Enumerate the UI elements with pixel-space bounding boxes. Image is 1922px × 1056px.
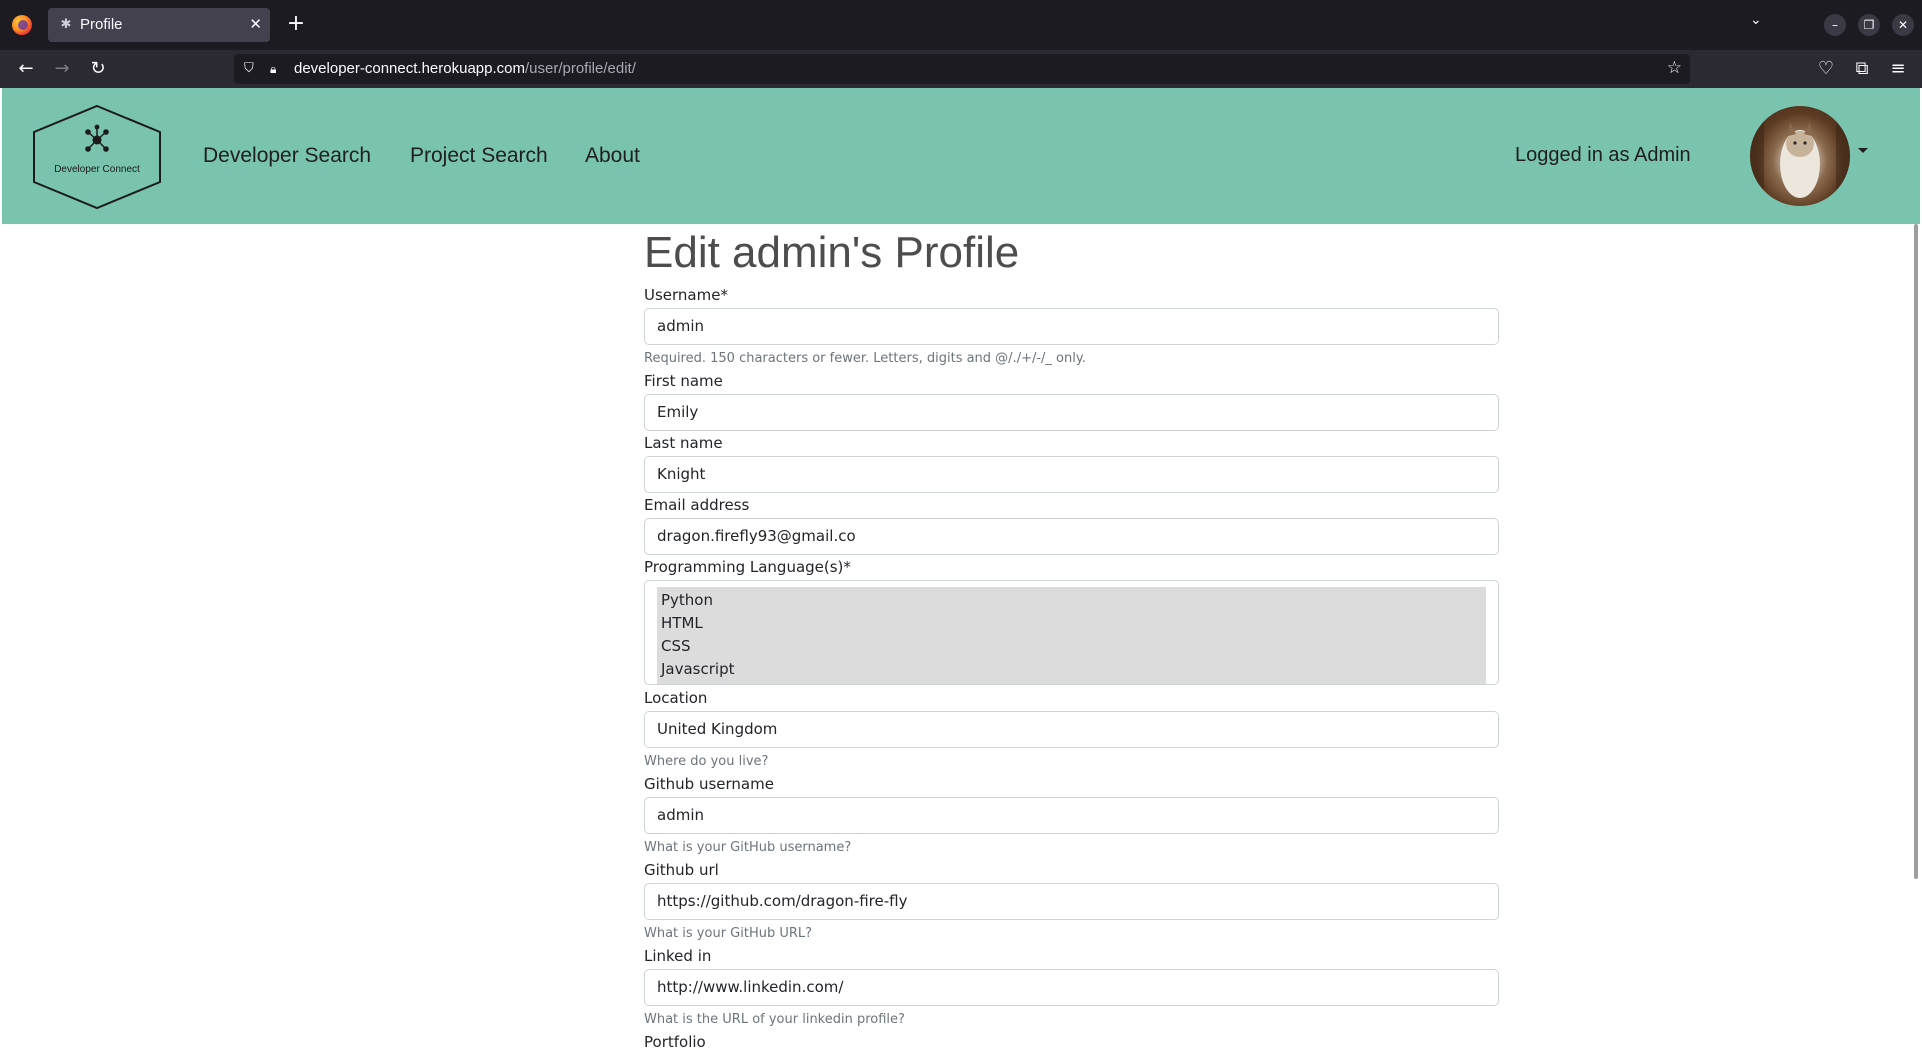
language-option-javascript[interactable]: Javascript	[661, 660, 734, 678]
avatar[interactable]	[1750, 106, 1850, 206]
pocket-icon[interactable]: ♡	[1812, 55, 1840, 83]
logged-in-status: Logged in as Admin	[1515, 144, 1691, 166]
extensions-icon[interactable]: ⧉	[1848, 55, 1876, 83]
language-option-css[interactable]: CSS	[661, 637, 691, 655]
github-username-label: Github username	[644, 775, 774, 793]
linkedin-help: What is the URL of your linkedin profile…	[644, 1012, 905, 1027]
nav-about[interactable]: About	[585, 144, 640, 168]
first-name-input[interactable]: Emily	[644, 394, 1499, 431]
username-label: Username*	[644, 286, 728, 304]
github-username-input[interactable]: admin	[644, 797, 1499, 834]
tab-title: Profile	[80, 16, 123, 33]
firefox-icon[interactable]	[12, 15, 32, 35]
cat-photo-icon	[1750, 106, 1850, 206]
url-text[interactable]: developer-connect.herokuapp.com/user/pro…	[294, 60, 636, 77]
email-input[interactable]: dragon.firefly93@gmail.co	[644, 518, 1499, 555]
language-option-python[interactable]: Python	[661, 591, 713, 609]
nav-developer-search[interactable]: Developer Search	[203, 144, 371, 168]
back-arrow-icon[interactable]: ←	[12, 55, 40, 83]
languages-selected-area: Python HTML CSS Javascript	[657, 587, 1486, 684]
brand-name: Developer Connect	[54, 164, 140, 175]
url-path: /user/profile/edit/	[524, 60, 636, 77]
hexagon-logo-icon	[33, 104, 161, 210]
location-help: Where do you live?	[644, 754, 769, 769]
browser-tab-bar: ✱ Profile ✕ + ⌄ – ❐ ✕	[0, 0, 1922, 50]
address-bar[interactable]: ⛉ 🔒︎ developer-connect.herokuapp.com/use…	[234, 54, 1690, 84]
list-all-tabs-chevron-icon[interactable]: ⌄	[1750, 12, 1762, 28]
linkedin-label: Linked in	[644, 947, 712, 965]
page-title: Edit admin's Profile	[644, 228, 1020, 277]
close-window-icon[interactable]: ✕	[1892, 14, 1914, 36]
languages-multiselect[interactable]: Python HTML CSS Javascript	[644, 580, 1499, 685]
browser-tab[interactable]: ✱ Profile ✕	[48, 8, 270, 42]
language-option-html[interactable]: HTML	[661, 614, 703, 632]
username-help: Required. 150 characters or fewer. Lette…	[644, 351, 1086, 366]
minimize-icon[interactable]: –	[1824, 14, 1846, 36]
last-name-label: Last name	[644, 434, 723, 452]
browser-navigation-bar: ← → ↻ ⛉ 🔒︎ developer-connect.herokuapp.c…	[0, 50, 1922, 88]
email-label: Email address	[644, 496, 750, 514]
account-dropdown-caret-icon[interactable]	[1858, 148, 1868, 153]
first-name-label: First name	[644, 372, 723, 390]
page-scrollbar[interactable]	[1912, 224, 1920, 1056]
github-url-label: Github url	[644, 861, 719, 879]
scrollbar-thumb[interactable]	[1914, 224, 1918, 879]
url-host: developer-connect.herokuapp.com	[294, 60, 525, 77]
brand-logo[interactable]: Developer Connect	[30, 104, 164, 210]
location-input[interactable]: United Kingdom	[644, 711, 1499, 748]
github-url-help: What is your GitHub URL?	[644, 926, 813, 941]
reload-icon[interactable]: ↻	[84, 55, 112, 83]
site-favicon-icon: ✱	[60, 17, 72, 32]
nav-project-search[interactable]: Project Search	[410, 144, 548, 168]
github-url-input[interactable]: https://github.com/dragon-fire-fly	[644, 883, 1499, 920]
restore-icon[interactable]: ❐	[1858, 14, 1880, 36]
github-username-help: What is your GitHub username?	[644, 840, 852, 855]
last-name-input[interactable]: Knight	[644, 456, 1499, 493]
menu-icon[interactable]: ≡	[1884, 55, 1912, 83]
location-label: Location	[644, 689, 708, 707]
site-header: Developer Connect Developer Search Proje…	[2, 88, 1920, 224]
linkedin-input[interactable]: http://www.linkedin.com/	[644, 969, 1499, 1006]
new-tab-button[interactable]: +	[283, 10, 309, 38]
forward-arrow-icon[interactable]: →	[48, 55, 76, 83]
close-tab-icon[interactable]: ✕	[249, 15, 262, 33]
username-input[interactable]: admin	[644, 308, 1499, 345]
bookmark-star-icon[interactable]: ☆	[1667, 58, 1682, 78]
lock-icon[interactable]: 🔒︎	[270, 60, 284, 78]
portfolio-label: Portfolio	[644, 1033, 706, 1051]
tracking-shield-icon[interactable]: ⛉	[244, 60, 260, 78]
languages-label: Programming Language(s)*	[644, 558, 851, 576]
